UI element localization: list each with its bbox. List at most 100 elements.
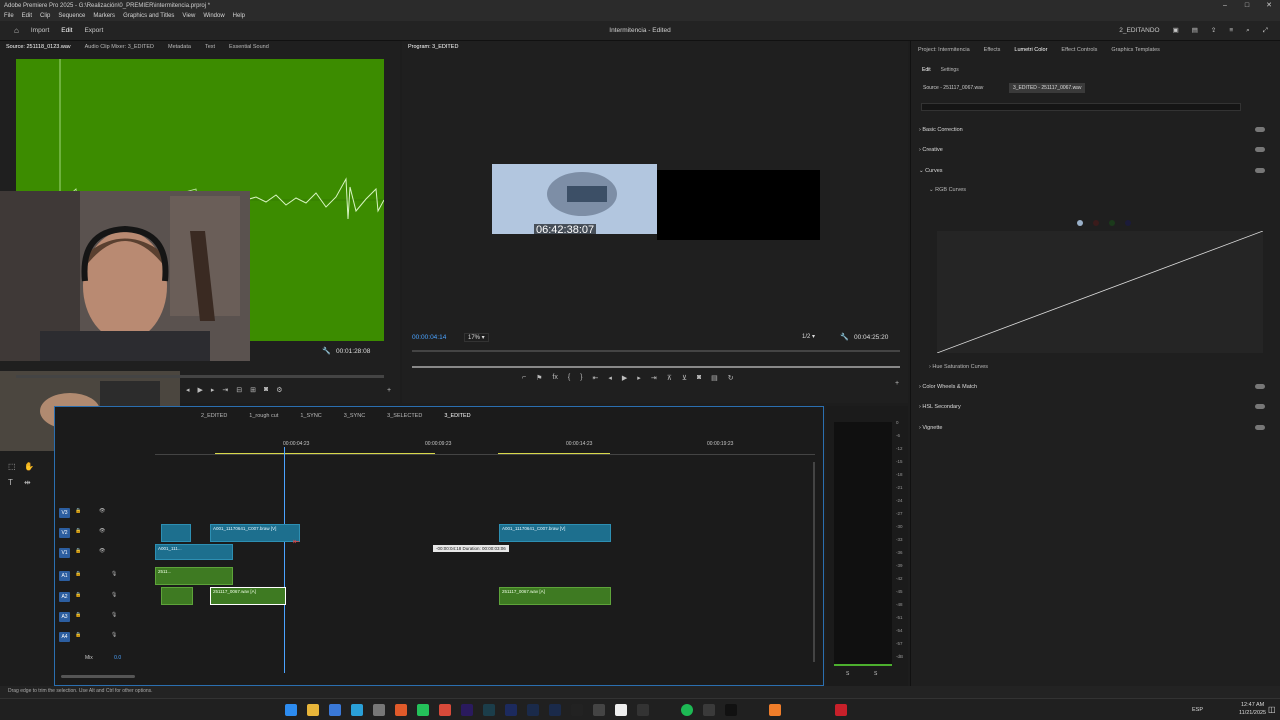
add-button-icon[interactable]: +	[387, 387, 391, 394]
blue-dot[interactable]	[1125, 220, 1131, 226]
step-back-program-icon[interactable]: ◂	[608, 374, 612, 382]
clip-a2-b[interactable]: 251117_0067.wav [A]	[499, 587, 611, 605]
rolling-tool-icon[interactable]: ⇹	[24, 478, 31, 487]
menu-graphics[interactable]: Graphics and Titles	[123, 11, 174, 21]
essential-sound-tab[interactable]: Essential Sound	[229, 41, 269, 53]
edit-subtab[interactable]: Edit	[922, 64, 931, 76]
premiere-icon[interactable]	[461, 704, 473, 716]
goto-out-icon[interactable]: ⇥	[222, 386, 228, 394]
seq-tab-3-edited[interactable]: 3_EDITED	[444, 410, 470, 422]
effects-tab[interactable]: Effects	[984, 44, 1001, 56]
marker-icon[interactable]: ⚑	[536, 374, 542, 382]
loop-icon[interactable]: ↻	[728, 374, 734, 382]
menu-edit[interactable]: Edit	[22, 11, 32, 21]
goto-in-icon[interactable]: ⇤	[593, 374, 599, 382]
audio-mixer-tab[interactable]: Audio Clip Mixer: 3_EDITED	[85, 41, 154, 53]
in-point-icon[interactable]: {	[568, 374, 570, 382]
chrome-icon[interactable]	[439, 704, 451, 716]
red-dot[interactable]	[1093, 220, 1099, 226]
lightroom-icon[interactable]	[549, 704, 561, 716]
lock-icon[interactable]: 🔒	[75, 592, 81, 598]
audition-icon[interactable]	[483, 704, 495, 716]
rgb-curves-row[interactable]: ⌄ RGB Curves	[929, 187, 1279, 193]
hsl-toggle[interactable]	[1255, 404, 1265, 409]
help-icon[interactable]: ⌕	[1246, 21, 1250, 41]
edit-tab[interactable]: Edit	[61, 21, 73, 42]
zoom-select[interactable]: 17% ▾	[464, 333, 489, 342]
clip-a2-small[interactable]	[161, 587, 193, 605]
active-clip-chip[interactable]: 3_EDITED - 251117_0067.wav	[1009, 83, 1086, 93]
marquee-tool-icon[interactable]: ⬚	[8, 462, 16, 471]
lut-dropdown[interactable]	[921, 103, 1241, 111]
luma-dot[interactable]	[1077, 220, 1083, 226]
track-a1-label[interactable]: A1	[59, 571, 70, 581]
text-tab[interactable]: Text	[205, 41, 215, 53]
import-tab[interactable]: Import	[31, 21, 49, 42]
hand-tool-icon[interactable]: ✋	[24, 462, 34, 471]
work-area-bar-2[interactable]	[498, 453, 610, 454]
source-tab[interactable]: Source: 251118_0123.wav	[6, 41, 71, 53]
timeline-hscroll[interactable]	[61, 675, 135, 678]
track-v2-label[interactable]: V2	[59, 528, 70, 538]
effect-controls-tab[interactable]: Effect Controls	[1061, 44, 1097, 56]
steam-icon[interactable]	[703, 704, 715, 716]
menu-view[interactable]: View	[182, 11, 195, 21]
green-dot[interactable]	[1109, 220, 1115, 226]
creative-toggle[interactable]	[1255, 147, 1265, 152]
hsl-row[interactable]: › HSL Secondary	[919, 404, 1269, 410]
eye-icon[interactable]: 👁	[99, 508, 105, 514]
mic-icon[interactable]: 🎙	[111, 632, 117, 638]
clock-time[interactable]: 12:47 AM	[1241, 702, 1264, 708]
language-indicator[interactable]: ESP	[1192, 707, 1203, 713]
compare-icon[interactable]: ▤	[711, 374, 718, 382]
panel-icon[interactable]: ▣	[1173, 21, 1179, 41]
lock-icon[interactable]: 🔒	[75, 548, 81, 554]
whatsapp-icon[interactable]	[417, 704, 429, 716]
maximize-button[interactable]: □	[1236, 0, 1258, 11]
program-wrench-icon[interactable]: 🔧	[840, 333, 849, 341]
lumetri-tab[interactable]: Lumetri Color	[1014, 44, 1047, 56]
file-explorer-icon[interactable]	[307, 704, 319, 716]
mark-in-icon[interactable]: ⌐	[522, 374, 526, 382]
curves-toggle[interactable]	[1255, 168, 1265, 173]
vignette-toggle[interactable]	[1255, 425, 1265, 430]
clip-v2-b[interactable]: A001_11170641_C007.braw [V]	[499, 524, 611, 542]
brave-icon[interactable]	[395, 704, 407, 716]
clip-v1-a[interactable]: A001_111...	[155, 544, 233, 560]
play-icon[interactable]: ▶	[198, 386, 203, 394]
rush-icon[interactable]	[505, 704, 517, 716]
eye-icon[interactable]: 👁	[99, 548, 105, 554]
source-scrubber[interactable]	[16, 375, 384, 378]
menu-icon[interactable]: ≡	[1229, 21, 1233, 41]
resolution-select[interactable]: 1/2 ▾	[802, 333, 815, 340]
lift-icon[interactable]: ⊼	[667, 374, 672, 382]
fx-icon[interactable]: fx	[552, 374, 557, 382]
track-a4-label[interactable]: A4	[59, 632, 70, 642]
timeline-vscroll[interactable]	[813, 462, 815, 662]
program-tab[interactable]: Program: 3_EDITED	[408, 41, 458, 53]
basic-correction-row[interactable]: › Basic Correction	[919, 127, 1269, 133]
track-v3-label[interactable]: V3	[59, 508, 70, 518]
goto-out-program-icon[interactable]: ⇥	[651, 374, 657, 382]
out-point-icon[interactable]: }	[580, 374, 582, 382]
workspace-label[interactable]: 2_EDITANDO	[1119, 21, 1159, 41]
insert-icon[interactable]: ⊟	[236, 386, 242, 394]
clip-a1-a[interactable]: 2511...	[155, 567, 233, 585]
menu-sequence[interactable]: Sequence	[58, 11, 85, 21]
close-window-button[interactable]: ✕	[1258, 0, 1280, 11]
settings-icon[interactable]: ▤	[1192, 21, 1198, 41]
clock-date[interactable]: 11/21/2025	[1239, 710, 1266, 716]
lock-icon[interactable]: 🔒	[75, 632, 81, 638]
camera-icon[interactable]: ◙	[264, 386, 268, 394]
rgb-curve-graph[interactable]	[936, 220, 1264, 354]
lock-icon[interactable]: 🔒	[75, 508, 81, 514]
app-icon[interactable]	[373, 704, 385, 716]
minimize-button[interactable]: –	[1214, 0, 1236, 11]
program-add-icon[interactable]: +	[895, 380, 899, 387]
mic-icon[interactable]: 🎙	[111, 571, 117, 577]
program-scrubber[interactable]	[412, 366, 900, 368]
seq-tab-3-selected[interactable]: 3_SELECTED	[387, 410, 422, 422]
graphics-templates-tab[interactable]: Graphics Templates	[1111, 44, 1160, 56]
menu-window[interactable]: Window	[203, 11, 224, 21]
share-icon[interactable]: ⇪	[1211, 21, 1216, 41]
